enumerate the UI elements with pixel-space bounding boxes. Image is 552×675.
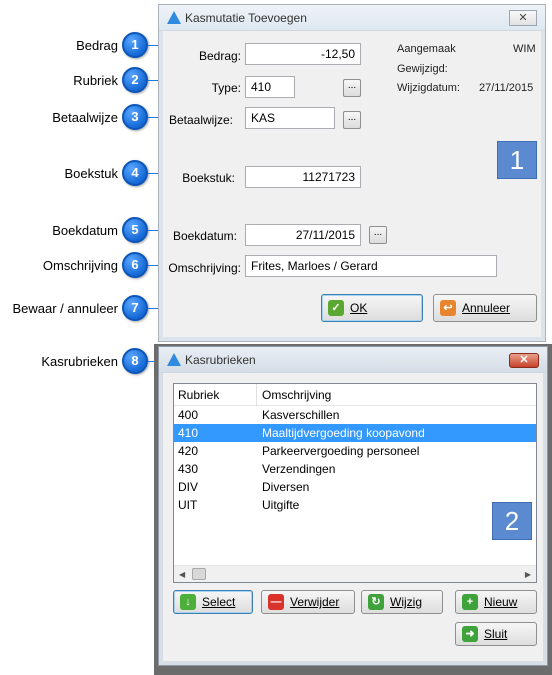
- select-label: Select: [202, 595, 236, 609]
- wijzig-label: Wijzig: [390, 595, 422, 609]
- download-icon: ↓: [180, 594, 196, 610]
- annuleer-button[interactable]: ↩ Annuleer: [433, 294, 537, 322]
- callout-label: Boekdatum: [52, 223, 118, 238]
- callout-label: Boekstuk: [64, 166, 118, 181]
- gewijzigd-label: Gewijzigd:: [397, 63, 448, 75]
- exit-icon: ➜: [462, 626, 478, 642]
- section-number-badge: 2: [492, 502, 532, 540]
- rubriek-code: DIV: [178, 480, 199, 494]
- rubriek-code: 420: [178, 444, 199, 458]
- title-bar[interactable]: Kasmutatie Toevoegen ✕: [159, 5, 545, 31]
- cancel-icon: ↩: [440, 300, 456, 316]
- list-item-selected[interactable]: 410 Maaltijdvergoeding koopavond: [174, 424, 536, 442]
- wijzigdatum-value: 27/11/2015: [479, 82, 534, 94]
- app-icon: [167, 11, 181, 24]
- callout-label: Kasrubrieken: [41, 354, 118, 369]
- refresh-icon: ↻: [368, 594, 384, 610]
- betaalwijze-label: Betaalwijze:: [168, 113, 233, 127]
- annuleer-label: Annuleer: [462, 301, 511, 315]
- type-lookup-button[interactable]: ...: [343, 79, 361, 97]
- scroll-left-icon[interactable]: ◀: [179, 570, 185, 579]
- rubriek-code: 410: [178, 426, 199, 440]
- type-label: Type:: [211, 81, 241, 95]
- rubriek-description: Maaltijdvergoeding koopavond: [262, 426, 425, 440]
- select-button[interactable]: ↓ Select: [173, 590, 253, 614]
- minus-icon: —: [268, 594, 284, 610]
- bedrag-input[interactable]: -12,50: [245, 43, 361, 65]
- close-button[interactable]: ✕: [509, 353, 539, 368]
- betaalwijze-lookup-button[interactable]: ...: [343, 111, 361, 129]
- bedrag-label: Bedrag:: [198, 49, 241, 63]
- sluit-label: Sluit: [484, 627, 508, 641]
- kasmutatie-dialog: Kasmutatie Toevoegen ✕ Bedrag: -12,50 Ty…: [158, 4, 546, 342]
- boekstuk-input[interactable]: 11271723: [245, 166, 361, 188]
- list-item[interactable]: UIT Uitgifte: [174, 496, 536, 514]
- list-item[interactable]: 430 Verzendingen: [174, 460, 536, 478]
- rubriek-description: Parkeervergoeding personeel: [262, 444, 420, 458]
- boekstuk-label: Boekstuk:: [182, 171, 235, 185]
- callout-label: Omschrijving: [42, 258, 118, 273]
- aangemaak-label: Aangemaak: [397, 43, 456, 55]
- callout-number: 8: [122, 348, 148, 374]
- callout-number: 2: [122, 67, 148, 93]
- omschrijving-label: Omschrijving:: [168, 261, 241, 275]
- ok-button[interactable]: ✓ OK: [321, 294, 423, 322]
- plus-icon: +: [462, 594, 478, 610]
- callout-number: 4: [122, 160, 148, 186]
- window-title: Kasrubrieken: [185, 353, 256, 367]
- omschrijving-input[interactable]: Frites, Marloes / Gerard: [245, 255, 497, 277]
- list-header: Rubriek Omschrijving: [174, 384, 536, 406]
- callout-number: 5: [122, 217, 148, 243]
- boekdatum-label: Boekdatum:: [172, 229, 237, 243]
- callout-number: 7: [122, 295, 148, 321]
- kasrubrieken-dialog: Kasrubrieken ✕ Rubriek Omschrijving 400 …: [158, 346, 548, 666]
- rubriek-description: Diversen: [262, 480, 310, 494]
- column-header-omschrijving[interactable]: Omschrijving: [262, 388, 331, 402]
- wijzig-button[interactable]: ↻ Wijzig: [361, 590, 443, 614]
- rubriek-code: UIT: [178, 498, 198, 512]
- callout-label: Bedrag: [76, 38, 118, 53]
- sluit-button[interactable]: ➜ Sluit: [455, 622, 537, 646]
- rubriek-code: 430: [178, 462, 199, 476]
- rubriek-description: Kasverschillen: [262, 408, 340, 422]
- callout-number: 3: [122, 104, 148, 130]
- aangemaak-value: WIM: [513, 43, 536, 55]
- rubriek-description: Verzendingen: [262, 462, 336, 476]
- ok-icon: ✓: [328, 300, 344, 316]
- column-divider[interactable]: [256, 384, 257, 406]
- callout-label: Bewaar / annuleer: [12, 301, 118, 316]
- callout-number: 6: [122, 252, 148, 278]
- title-bar[interactable]: Kasrubrieken ✕: [159, 347, 547, 373]
- window-title: Kasmutatie Toevoegen: [185, 11, 307, 25]
- nieuw-button[interactable]: + Nieuw: [455, 590, 537, 614]
- column-header-rubriek[interactable]: Rubriek: [178, 388, 219, 402]
- list-item[interactable]: DIV Diversen: [174, 478, 536, 496]
- ok-label: OK: [350, 301, 368, 315]
- app-icon: [167, 353, 181, 366]
- boekdatum-picker-button[interactable]: ...: [369, 226, 387, 244]
- betaalwijze-input[interactable]: KAS: [245, 107, 335, 129]
- list-item[interactable]: 400 Kasverschillen: [174, 406, 536, 424]
- scroll-thumb[interactable]: [192, 568, 206, 580]
- rubrieken-list[interactable]: Rubriek Omschrijving 400 Kasverschillen …: [173, 383, 537, 583]
- verwijder-label: Verwijder: [290, 595, 340, 609]
- rubriek-code: 400: [178, 408, 199, 422]
- close-button[interactable]: ✕: [509, 10, 537, 26]
- rubriek-description: Uitgifte: [262, 498, 300, 512]
- horizontal-scrollbar[interactable]: ◀ ▶: [174, 565, 536, 582]
- scroll-right-icon[interactable]: ▶: [525, 570, 531, 579]
- list-item[interactable]: 420 Parkeervergoeding personeel: [174, 442, 536, 460]
- callout-label: Rubriek: [73, 73, 118, 88]
- nieuw-label: Nieuw: [484, 595, 518, 609]
- callout-number: 1: [122, 32, 148, 58]
- verwijder-button[interactable]: — Verwijder: [261, 590, 355, 614]
- wijzigdatum-label: Wijzigdatum:: [397, 82, 460, 94]
- callout-label: Betaalwijze: [52, 110, 118, 125]
- boekdatum-input[interactable]: 27/11/2015: [245, 224, 361, 246]
- type-input[interactable]: 410: [245, 76, 295, 98]
- section-number-badge: 1: [497, 141, 537, 179]
